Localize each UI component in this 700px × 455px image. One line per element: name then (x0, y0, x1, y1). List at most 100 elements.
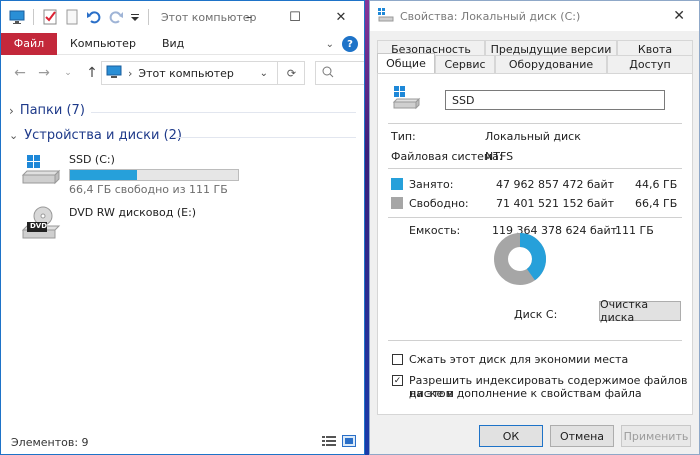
group-divider (91, 112, 356, 113)
search-icon (322, 66, 334, 81)
view-switcher (322, 435, 356, 447)
used-gb: 44,6 ГБ (635, 178, 678, 191)
redo-icon[interactable] (108, 9, 124, 25)
cancel-button[interactable]: Отмена (550, 425, 614, 447)
capacity-label: Емкость: (409, 224, 461, 237)
used-label: Занято: (409, 178, 454, 191)
tab-view[interactable]: Вид (149, 37, 197, 50)
divider (388, 340, 682, 341)
compress-checkbox[interactable] (392, 354, 403, 365)
forward-arrow-icon[interactable]: → (35, 65, 53, 81)
explorer-titlebar: Этот компьютер – ☐ ✕ (1, 1, 364, 33)
drive-usage-bar-fill (70, 170, 138, 180)
breadcrumb-chevron-icon[interactable]: › (128, 67, 132, 80)
up-arrow-icon[interactable]: ↑ (83, 65, 101, 81)
details-view-icon[interactable] (322, 435, 336, 447)
group-divider (171, 137, 356, 138)
free-bytes: 71 401 521 152 байт (496, 197, 615, 210)
group-devices-label: Устройства и диски (2) (24, 128, 183, 143)
tab-tools[interactable]: Сервис (435, 55, 495, 73)
address-text: Этот компьютер (138, 66, 234, 80)
minimize-button[interactable]: – (226, 1, 272, 33)
group-folders[interactable]: › Папки (7) (9, 103, 85, 118)
ok-button[interactable]: ОК (479, 425, 543, 447)
index-checkbox[interactable]: ✓ (392, 375, 403, 386)
hard-drive-windows-icon (392, 84, 426, 117)
disk-cleanup-button[interactable]: Очистка диска (599, 298, 681, 324)
toolbar-separator (148, 9, 149, 25)
quick-access-toolbar (1, 9, 151, 25)
computer-icon (9, 9, 25, 25)
tab-file[interactable]: Файл (1, 32, 57, 55)
disk-usage-donut (494, 233, 546, 285)
recent-locations-icon[interactable]: ⌄ (59, 68, 77, 78)
dvd-icon-label: DVD (30, 222, 48, 230)
expand-ribbon-icon[interactable]: ⌄ (326, 39, 334, 50)
tab-sharing[interactable]: Доступ (607, 55, 693, 73)
refresh-icon[interactable]: ⟳ (277, 61, 305, 85)
dialog-close-button[interactable]: ✕ (673, 8, 685, 24)
tab-row-bottom: Общие Сервис Оборудование Доступ (377, 53, 693, 73)
address-dropdown-icon[interactable]: ⌄ (260, 68, 268, 79)
drive-item-e[interactable]: DVD DVD RW дисковод (E:) (21, 206, 196, 244)
free-color-swatch (391, 197, 403, 209)
undo-icon[interactable] (86, 9, 102, 25)
window-controls: – ☐ ✕ (226, 1, 364, 33)
toolbar-separator (33, 9, 34, 25)
compress-label: Сжать этот диск для экономии места (409, 353, 629, 366)
ribbon-tabs: Файл Компьютер Вид ⌄ ? (1, 32, 364, 55)
dialog-titlebar: Свойства: Локальный диск (C:) ✕ (370, 1, 699, 31)
search-input[interactable] (315, 61, 364, 85)
tab-hardware[interactable]: Оборудование (495, 55, 607, 73)
chevron-down-icon: ⌄ (9, 129, 19, 142)
drive-usage-bar (69, 169, 239, 181)
maximize-button[interactable]: ☐ (272, 1, 318, 33)
tab-general[interactable]: Общие (377, 53, 435, 73)
ribbon-right-controls: ⌄ ? (326, 36, 358, 52)
drive-item-c[interactable]: SSD (C:) 66,4 ГБ свободно из 111 ГБ (21, 153, 239, 196)
dialog-title: Свойства: Локальный диск (C:) (400, 9, 581, 23)
customize-toolbar-icon[interactable] (130, 9, 140, 25)
hard-drive-windows-icon (21, 153, 63, 191)
chevron-right-icon: › (9, 103, 14, 118)
tab-computer[interactable]: Компьютер (57, 37, 149, 50)
new-folder-icon[interactable] (64, 9, 80, 25)
type-value: Локальный диск (485, 130, 581, 143)
divider (388, 217, 682, 218)
used-color-swatch (391, 178, 403, 190)
drive-name: DVD RW дисковод (E:) (69, 206, 197, 219)
large-icons-view-icon[interactable] (342, 435, 356, 447)
free-gb: 66,4 ГБ (635, 197, 678, 210)
general-tab-panel: SSD Тип: Локальный диск Файловая система… (377, 73, 693, 415)
drive-free-space: 66,4 ГБ свободно из 111 ГБ (69, 183, 228, 196)
fs-value: NTFS (485, 150, 514, 163)
divider (388, 123, 682, 124)
back-arrow-icon[interactable]: ← (11, 65, 29, 81)
drive-small-icon (378, 7, 394, 25)
drive-name: SSD (C:) (69, 153, 115, 166)
status-bar: Элементов: 9 (1, 430, 364, 454)
free-label: Свободно: (409, 197, 469, 210)
apply-button[interactable]: Применить (621, 425, 691, 447)
properties-icon[interactable] (42, 9, 58, 25)
navigation-bar: ← → ⌄ ↑ › Этот компьютер ⌄ ⟳ (1, 55, 364, 91)
close-button[interactable]: ✕ (318, 1, 364, 33)
properties-dialog: Свойства: Локальный диск (C:) ✕ Безопасн… (369, 0, 700, 455)
group-devices[interactable]: ⌄ Устройства и диски (2) (9, 128, 182, 143)
drive-info: SSD (C:) 66,4 ГБ свободно из 111 ГБ (69, 153, 239, 196)
type-label: Тип: (391, 130, 416, 143)
index-label-line-2: диске в дополнение к свойствам файла (409, 387, 642, 400)
content-pane: › Папки (7) ⌄ Устройства и диски (2) SSD… (1, 91, 364, 430)
group-folders-label: Папки (7) (19, 103, 85, 118)
help-icon[interactable]: ? (342, 36, 358, 52)
explorer-window: Этот компьютер – ☐ ✕ Файл Компьютер Вид … (0, 0, 365, 455)
used-bytes: 47 962 857 472 байт (496, 178, 615, 191)
drive-info: DVD RW дисковод (E:) (69, 206, 196, 244)
dvd-drive-icon: DVD (21, 206, 63, 244)
capacity-gb: 111 ГБ (615, 224, 654, 237)
address-bar[interactable]: › Этот компьютер ⌄ (101, 61, 305, 85)
computer-icon (106, 65, 122, 82)
drive-label-input[interactable]: SSD (445, 90, 665, 110)
disk-label: Диск C: (514, 308, 558, 321)
item-count: Элементов: 9 (11, 435, 89, 449)
